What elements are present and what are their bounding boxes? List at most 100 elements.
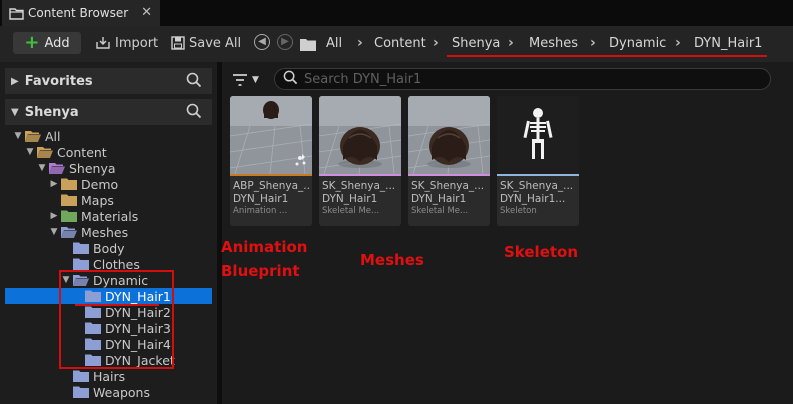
breadcrumb-separator: ›: [590, 35, 596, 51]
highlight-box-dynamic-folder: [59, 270, 174, 369]
asset-type-color-band: [230, 174, 312, 176]
asset-type-color-band: [408, 174, 490, 176]
tree-item[interactable]: ▼ All: [5, 128, 212, 144]
tree-item[interactable]: ▶ Demo: [5, 176, 212, 192]
asset-info: SK_Shenya_... DYN_Hair1 Skeletal Me...: [322, 180, 400, 217]
folder-open-icon: [37, 146, 53, 158]
asset-subname: DYN_Hair1: [322, 193, 378, 205]
search-placeholder: Search DYN_Hair1: [304, 71, 422, 87]
skeleton-thumbnail: [497, 96, 579, 174]
tree-item-label: Materials: [81, 208, 139, 224]
arrow-right-icon: ▶: [281, 36, 289, 47]
annotation-skeleton: Skeleton: [504, 243, 579, 261]
skeletal-mesh-thumbnail: [319, 96, 401, 175]
annotation-line: Blueprint: [221, 262, 300, 280]
asset-search-input[interactable]: Search DYN_Hair1: [274, 68, 771, 90]
tree-item-label: Hairs: [93, 368, 126, 384]
breadcrumb-separator: ›: [357, 35, 363, 51]
folder-icon: [61, 194, 77, 206]
collapse-arrow-icon[interactable]: ▶: [49, 211, 59, 221]
filter-icon: [233, 74, 247, 86]
search-icon[interactable]: [186, 72, 202, 92]
expand-arrow-icon[interactable]: ▼: [49, 227, 59, 237]
breadcrumb-content[interactable]: Content: [374, 36, 426, 51]
tree-item[interactable]: Weapons: [5, 384, 212, 400]
tab-title: Content Browser: [28, 6, 129, 20]
breadcrumb-shenya[interactable]: Shenya: [452, 36, 500, 51]
breadcrumb-separator: ›: [508, 35, 514, 51]
asset-type: Animation ...: [233, 206, 288, 216]
asset-tile[interactable]: SK_Shenya_... DYN_Hair1... Skeleton: [497, 96, 579, 226]
tree-item[interactable]: Maps: [5, 192, 212, 208]
tree-item[interactable]: ▼ Meshes: [5, 224, 212, 240]
asset-subname: DYN_Hair1...: [500, 193, 566, 205]
expand-arrow-icon: ▼: [11, 106, 19, 118]
add-button[interactable]: + Add: [13, 32, 81, 54]
content-browser-icon: [8, 5, 24, 21]
tree-item-label: All: [45, 128, 61, 144]
arrow-left-icon: ◀: [258, 36, 266, 47]
tree-item-label: Body: [93, 240, 125, 256]
annotation-animation-blueprint: Animation Blueprint: [221, 235, 307, 283]
skeletal-mesh-thumbnail: [408, 96, 490, 175]
tree-item[interactable]: ▶ Materials: [5, 208, 212, 224]
tree-item-label: Content: [57, 144, 107, 160]
expand-arrow-icon[interactable]: ▼: [37, 163, 47, 173]
expand-arrow-icon[interactable]: ▼: [25, 147, 35, 157]
import-icon: [96, 37, 110, 49]
folder-open-icon: [49, 162, 65, 174]
breadcrumb-highlight-underline: [447, 55, 767, 57]
folder-icon: [73, 370, 89, 382]
tree-item[interactable]: Body: [5, 240, 212, 256]
add-label: Add: [44, 35, 70, 51]
breadcrumb-separator: ›: [433, 35, 439, 51]
close-icon[interactable]: ✕: [141, 5, 152, 20]
forward-button[interactable]: ▶: [277, 34, 293, 50]
search-icon[interactable]: [186, 103, 202, 123]
tree-item-label: Meshes: [81, 224, 129, 240]
favorites-header[interactable]: ▶ Favorites: [5, 68, 212, 94]
tree-item-label: Maps: [81, 192, 114, 208]
asset-name: SK_Shenya_...: [500, 180, 574, 192]
favorites-label: Favorites: [24, 73, 93, 89]
save-icon: [171, 36, 185, 50]
tab-content-browser[interactable]: Content Browser ✕: [2, 0, 160, 26]
tree-item-label: Shenya: [69, 160, 116, 176]
folder-icon: [73, 242, 89, 254]
asset-name: SK_Shenya_...: [411, 180, 485, 192]
folder-icon: [300, 36, 316, 55]
folder-open-icon: [25, 130, 41, 142]
asset-type: Skeleton: [500, 206, 537, 216]
asset-subname: DYN_Hair1: [233, 193, 289, 205]
tree-item[interactable]: ▼ Content: [5, 144, 212, 160]
asset-tile[interactable]: ABP_Shenya_... DYN_Hair1 Animation ...: [230, 96, 312, 226]
back-button[interactable]: ◀: [254, 34, 270, 50]
asset-info: SK_Shenya_... DYN_Hair1... Skeleton: [500, 180, 578, 217]
collapse-arrow-icon[interactable]: ▶: [49, 179, 59, 189]
folder-icon: [61, 178, 77, 190]
project-header[interactable]: ▼ Shenya: [5, 99, 212, 125]
breadcrumb-meshes[interactable]: Meshes: [529, 36, 578, 51]
filter-button[interactable]: ▼: [232, 72, 266, 88]
breadcrumb-all[interactable]: All: [326, 36, 342, 51]
chevron-down-icon: ▼: [252, 75, 259, 85]
tree-item-label: Weapons: [93, 384, 150, 400]
expand-arrow-icon[interactable]: ▼: [13, 131, 23, 141]
asset-type: Skeletal Me...: [411, 206, 469, 216]
asset-type-color-band: [497, 174, 579, 176]
breadcrumb-dynamic[interactable]: Dynamic: [609, 36, 666, 51]
tree-item-label: Demo: [81, 176, 119, 192]
tree-item[interactable]: Hairs: [5, 368, 212, 384]
animation-blueprint-thumbnail: [230, 96, 312, 175]
breadcrumb-dyn-hair1[interactable]: DYN_Hair1: [694, 36, 762, 51]
import-button[interactable]: Import: [95, 32, 158, 54]
asset-tile[interactable]: SK_Shenya_... DYN_Hair1 Skeletal Me...: [408, 96, 490, 226]
save-all-button[interactable]: Save All: [171, 32, 241, 54]
tree-item[interactable]: ▼ Shenya: [5, 160, 212, 176]
asset-type: Skeletal Me...: [322, 206, 380, 216]
folder-icon: [73, 258, 89, 270]
asset-info: SK_Shenya_... DYN_Hair1 Skeletal Me...: [411, 180, 489, 217]
asset-tile[interactable]: SK_Shenya_... DYN_Hair1 Skeletal Me...: [319, 96, 401, 226]
asset-subname: DYN_Hair1: [411, 193, 467, 205]
folder-icon: [61, 210, 77, 222]
